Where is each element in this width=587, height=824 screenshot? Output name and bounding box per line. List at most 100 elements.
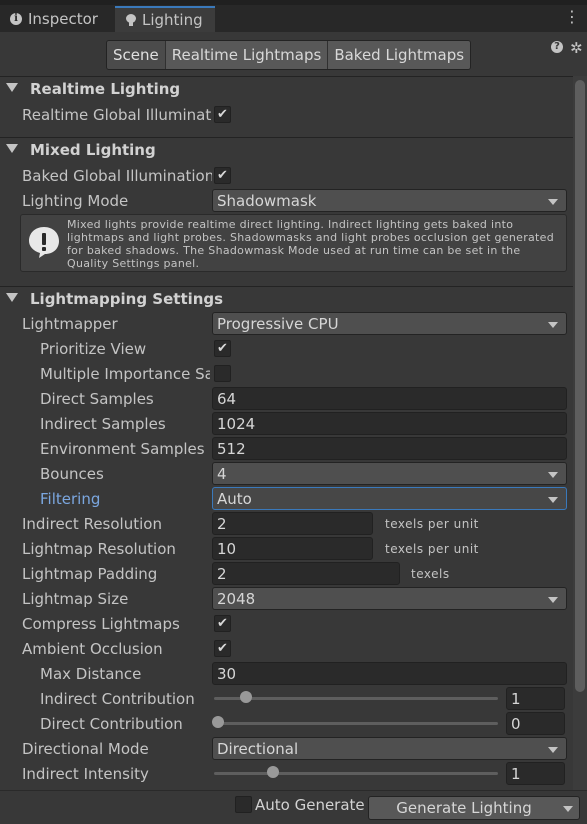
direct-contribution-input[interactable]: 0 bbox=[506, 712, 565, 735]
row-environment-samples: Environment Samples 512 bbox=[0, 436, 573, 461]
max-distance-value: 30 bbox=[217, 665, 237, 683]
compress-lightmaps-checkbox[interactable]: ✔ bbox=[214, 615, 231, 632]
baked-gi-label: Baked Global Illumination bbox=[22, 167, 212, 185]
lightmap-size-dropdown[interactable]: 2048 bbox=[212, 587, 567, 610]
row-multiple-importance-sampling: Multiple Importance Sampling bbox=[0, 361, 573, 386]
section-title: Realtime Lighting bbox=[30, 80, 181, 98]
chevron-down-icon bbox=[548, 472, 558, 478]
indirect-intensity-slider-track[interactable] bbox=[214, 772, 498, 775]
lighting-segmented-control: Scene Realtime Lightmaps Baked Lightmaps bbox=[106, 40, 472, 70]
direct-contribution-value: 0 bbox=[511, 715, 521, 733]
tab-realtime-lightmaps[interactable]: Realtime Lightmaps bbox=[165, 41, 329, 69]
lightmapper-value: Progressive CPU bbox=[217, 315, 339, 333]
bounces-dropdown[interactable]: 4 bbox=[212, 462, 567, 485]
row-filtering: Filtering Auto bbox=[0, 486, 573, 511]
row-baked-gi: Baked Global Illumination ✔ bbox=[0, 163, 573, 188]
indirect-contribution-slider-knob[interactable] bbox=[240, 691, 252, 703]
environment-samples-value: 512 bbox=[217, 440, 246, 458]
row-indirect-samples: Indirect Samples 1024 bbox=[0, 411, 573, 436]
lighting-mode-value: Shadowmask bbox=[217, 192, 317, 210]
indirect-resolution-input[interactable]: 2 bbox=[212, 512, 373, 535]
row-indirect-contribution: Indirect Contribution 1 bbox=[0, 686, 573, 711]
lightmapper-label: Lightmapper bbox=[22, 315, 118, 333]
row-lightmap-size: Lightmap Size 2048 bbox=[0, 586, 573, 611]
gear-icon[interactable]: ✲ bbox=[570, 39, 583, 57]
tab-scene[interactable]: Scene bbox=[107, 41, 166, 69]
max-distance-input[interactable]: 30 bbox=[212, 662, 567, 685]
lighting-scene-panel: Realtime Lighting Realtime Global Illumi… bbox=[0, 76, 573, 790]
indirect-intensity-slider-knob[interactable] bbox=[267, 766, 279, 778]
shadowmask-help-box: Mixed lights provide realtime direct lig… bbox=[20, 214, 567, 272]
lightmap-padding-input[interactable]: 2 bbox=[212, 562, 400, 585]
lightmap-size-label: Lightmap Size bbox=[22, 590, 129, 608]
filtering-label[interactable]: Filtering bbox=[40, 490, 210, 508]
directional-mode-label: Directional Mode bbox=[22, 740, 149, 758]
foldout-arrow-icon bbox=[6, 293, 18, 302]
direct-samples-value: 64 bbox=[217, 390, 237, 408]
auto-generate-checkbox[interactable] bbox=[235, 796, 252, 813]
directional-mode-dropdown[interactable]: Directional bbox=[212, 737, 567, 760]
compress-lightmaps-label: Compress Lightmaps bbox=[22, 615, 180, 633]
row-direct-contribution: Direct Contribution 0 bbox=[0, 711, 573, 736]
mis-label: Multiple Importance Sampling bbox=[40, 365, 210, 383]
tab-inspector-label: Inspector bbox=[28, 10, 98, 28]
realtime-gi-checkbox[interactable]: ✔ bbox=[214, 106, 231, 123]
row-prioritize-view: Prioritize View ✔ bbox=[0, 336, 573, 361]
prioritize-view-checkbox[interactable]: ✔ bbox=[214, 340, 231, 357]
chevron-down-icon bbox=[548, 497, 558, 503]
environment-samples-input[interactable]: 512 bbox=[212, 437, 567, 460]
lightmap-padding-label: Lightmap Padding bbox=[22, 565, 158, 583]
direct-contribution-slider-knob[interactable] bbox=[212, 716, 224, 728]
indirect-resolution-unit: texels per unit bbox=[385, 517, 479, 531]
indirect-resolution-label: Indirect Resolution bbox=[22, 515, 162, 533]
row-realtime-gi: Realtime Global Illuminatior ✔ bbox=[0, 102, 573, 127]
row-lightmap-padding: Lightmap Padding 2 texels bbox=[0, 561, 573, 586]
foldout-arrow-icon bbox=[6, 144, 18, 153]
lightmap-resolution-unit: texels per unit bbox=[385, 542, 479, 556]
row-ambient-occlusion: Ambient Occlusion ✔ bbox=[0, 636, 573, 661]
mis-checkbox[interactable] bbox=[214, 365, 231, 382]
section-header-lightmapping-settings[interactable]: Lightmapping Settings bbox=[0, 286, 573, 312]
row-indirect-intensity: Indirect Intensity 1 bbox=[0, 761, 573, 786]
lightmapper-dropdown[interactable]: Progressive CPU bbox=[212, 312, 567, 335]
lighting-footer: Auto Generate Generate Lighting bbox=[0, 790, 587, 824]
filtering-value: Auto bbox=[217, 490, 252, 508]
filtering-dropdown[interactable]: Auto bbox=[212, 487, 567, 510]
indirect-contribution-input[interactable]: 1 bbox=[506, 687, 565, 710]
row-direct-samples: Direct Samples 64 bbox=[0, 386, 573, 411]
tab-lighting-label: Lighting bbox=[142, 11, 203, 29]
lighting-mode-dropdown[interactable]: Shadowmask bbox=[212, 189, 567, 212]
ambient-occlusion-label: Ambient Occlusion bbox=[22, 640, 163, 658]
generate-lighting-button[interactable]: Generate Lighting bbox=[368, 796, 580, 820]
indirect-samples-input[interactable]: 1024 bbox=[212, 412, 567, 435]
direct-contribution-slider-track[interactable] bbox=[214, 722, 498, 725]
tab-lighting[interactable]: Lighting bbox=[115, 6, 215, 32]
lightmap-resolution-input[interactable]: 10 bbox=[212, 537, 373, 560]
scrollbar-thumb[interactable] bbox=[575, 80, 585, 692]
kebab-menu-icon[interactable]: ⋮ bbox=[564, 9, 580, 25]
direct-samples-input[interactable]: 64 bbox=[212, 387, 567, 410]
section-header-realtime-lighting[interactable]: Realtime Lighting bbox=[0, 76, 573, 102]
vertical-scrollbar[interactable] bbox=[573, 76, 587, 790]
indirect-contribution-slider-track[interactable] bbox=[214, 697, 498, 700]
indirect-intensity-label: Indirect Intensity bbox=[22, 765, 149, 783]
section-header-mixed-lighting[interactable]: Mixed Lighting bbox=[0, 137, 573, 163]
lightmap-size-value: 2048 bbox=[217, 590, 256, 608]
bounces-value: 4 bbox=[217, 465, 227, 483]
bounces-label: Bounces bbox=[40, 465, 104, 483]
baked-gi-checkbox[interactable]: ✔ bbox=[214, 167, 231, 184]
foldout-arrow-icon bbox=[6, 83, 18, 92]
indirect-contribution-value: 1 bbox=[511, 690, 521, 708]
tab-baked-lightmaps[interactable]: Baked Lightmaps bbox=[328, 41, 471, 69]
section-title: Lightmapping Settings bbox=[30, 290, 224, 308]
environment-samples-label: Environment Samples bbox=[40, 440, 205, 458]
row-bounces: Bounces 4 bbox=[0, 461, 573, 486]
row-lightmap-resolution: Lightmap Resolution 10 texels per unit bbox=[0, 536, 573, 561]
help-icon[interactable]: ? bbox=[551, 41, 563, 53]
indirect-intensity-value: 1 bbox=[511, 765, 521, 783]
ambient-occlusion-checkbox[interactable]: ✔ bbox=[214, 640, 231, 657]
chevron-down-icon[interactable] bbox=[563, 806, 573, 812]
directional-mode-value: Directional bbox=[217, 740, 299, 758]
tab-inspector[interactable]: i Inspector bbox=[0, 6, 113, 32]
indirect-intensity-input[interactable]: 1 bbox=[506, 762, 565, 785]
